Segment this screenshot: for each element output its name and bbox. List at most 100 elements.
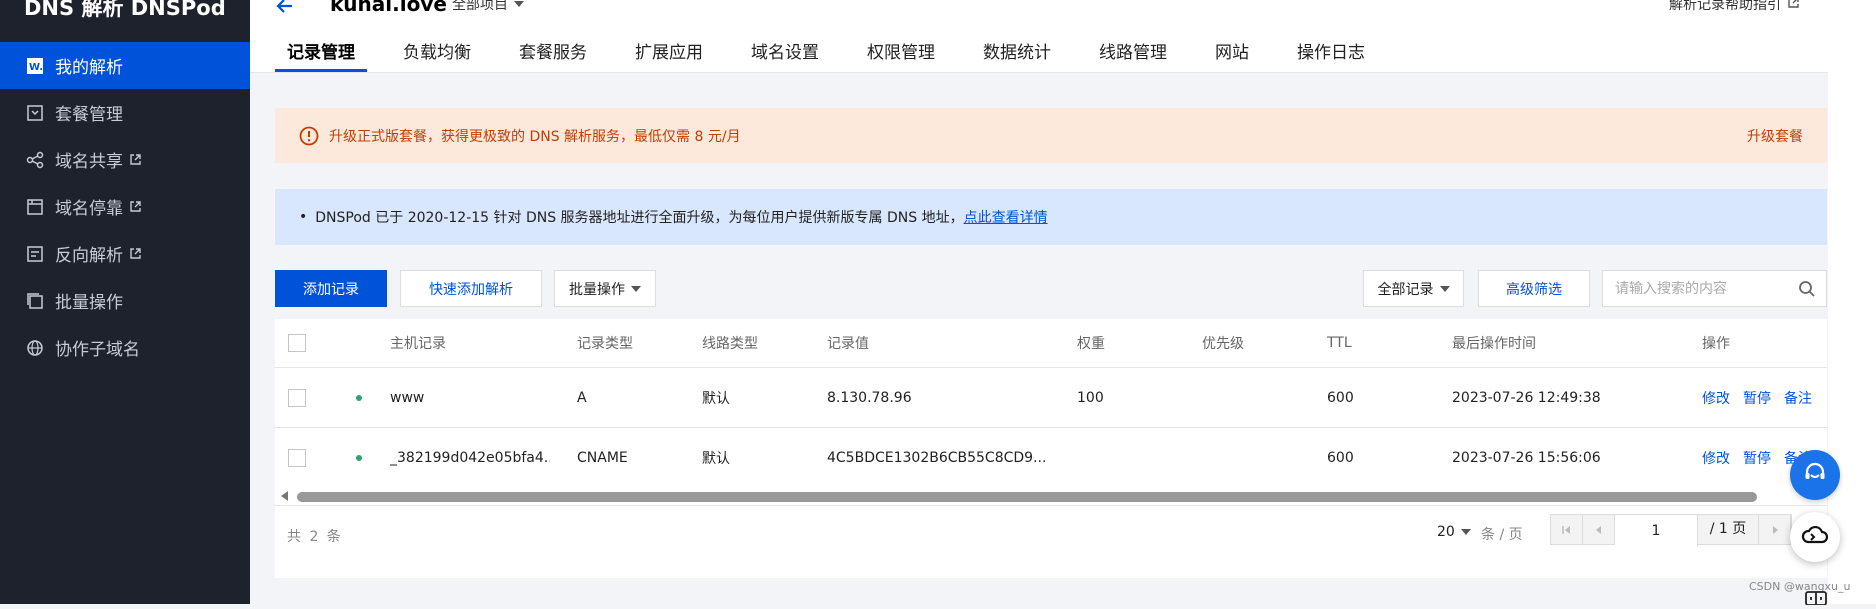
first-page-icon[interactable] bbox=[1551, 515, 1583, 544]
horizontal-scrollbar[interactable] bbox=[275, 487, 1827, 505]
tab-operation-log[interactable]: 操作日志 bbox=[1285, 34, 1377, 72]
column-header: 操作 bbox=[1702, 336, 1730, 352]
sidebar-item-label: 反向解析 bbox=[55, 246, 123, 266]
column-header: 最后操作时间 bbox=[1452, 336, 1536, 352]
sidebar-item-batch[interactable]: 批量操作 bbox=[0, 277, 250, 324]
page-number-input[interactable] bbox=[1615, 515, 1698, 546]
row-checkbox[interactable] bbox=[288, 388, 306, 407]
header: kuhai.love 全部项目 解析记录帮助指引 记录管理 负载均衡 套餐服务 … bbox=[250, 0, 1828, 73]
select-all-checkbox[interactable] bbox=[288, 334, 306, 352]
quick-add-button[interactable]: 快速添加解析 bbox=[400, 270, 542, 307]
column-header: 记录值 bbox=[827, 336, 869, 352]
view-details-link[interactable]: 点此查看详情 bbox=[964, 207, 1048, 227]
batch-operation-label: 批量操作 bbox=[569, 281, 625, 298]
weight-cell: 100 bbox=[1077, 389, 1104, 406]
time-cell: 2023-07-26 15:56:06 bbox=[1452, 449, 1601, 466]
total-count: 共 2 条 bbox=[287, 529, 343, 545]
cloud-icon bbox=[1801, 524, 1829, 550]
external-link-icon bbox=[129, 153, 142, 166]
tab-record-management[interactable]: 记录管理 bbox=[275, 34, 367, 72]
table-header: 主机记录 记录类型 线路类型 记录值 权重 优先级 TTL 最后操作时间 操作 bbox=[275, 319, 1827, 368]
chevron-down-icon bbox=[1460, 529, 1471, 535]
project-select-label: 全部项目 bbox=[452, 0, 508, 13]
search-icon[interactable] bbox=[1798, 280, 1816, 302]
scroll-left-icon[interactable] bbox=[281, 491, 288, 501]
note-link[interactable]: 备注 bbox=[1784, 388, 1812, 408]
per-page-label: 条 / 页 bbox=[1481, 527, 1523, 543]
edit-link[interactable]: 修改 bbox=[1702, 388, 1730, 408]
pause-link[interactable]: 暂停 bbox=[1743, 448, 1771, 468]
sidebar-item-label: 套餐管理 bbox=[55, 105, 123, 125]
table-footer: 共 2 条 20 条 / 页 / 1 页 bbox=[275, 505, 1827, 578]
info-banner-text: DNSPod 已于 2020-12-15 针对 DNS 服务器地址进行全面升级，… bbox=[315, 210, 964, 226]
back-arrow-icon[interactable] bbox=[275, 0, 295, 20]
info-banner: • DNSPod 已于 2020-12-15 针对 DNS 服务器地址进行全面升… bbox=[275, 189, 1827, 245]
host-cell: _382199d042e05bfa4... bbox=[390, 449, 550, 466]
w-logo-icon: W. bbox=[25, 56, 45, 76]
next-page-icon[interactable] bbox=[1759, 515, 1791, 544]
line-cell: 默认 bbox=[702, 390, 730, 407]
external-link-icon bbox=[129, 247, 142, 260]
brand-title: DNS 解析 DNSPod bbox=[24, 0, 226, 20]
grid-icon bbox=[1805, 590, 1827, 609]
package-icon bbox=[25, 103, 45, 123]
right-edge-strip bbox=[1828, 0, 1876, 604]
search-input[interactable] bbox=[1603, 271, 1807, 306]
record-filter-dropdown[interactable]: 全部记录 bbox=[1363, 270, 1464, 307]
pause-link[interactable]: 暂停 bbox=[1743, 388, 1771, 408]
sidebar-item-package[interactable]: 套餐管理 bbox=[0, 89, 250, 136]
row-checkbox[interactable] bbox=[288, 448, 306, 467]
total-pages: / 1 页 bbox=[1698, 515, 1759, 544]
project-select[interactable]: 全部项目 bbox=[452, 0, 524, 14]
chevron-down-icon bbox=[1439, 285, 1450, 292]
help-guide-link[interactable]: 解析记录帮助指引 bbox=[1669, 0, 1800, 14]
customer-support-button[interactable] bbox=[1790, 450, 1840, 500]
sidebar-item-collab-subdomain[interactable]: 协作子域名 bbox=[0, 324, 250, 371]
host-cell: www bbox=[390, 389, 425, 406]
cloud-assistant-button[interactable] bbox=[1790, 512, 1840, 562]
warning-icon bbox=[299, 126, 319, 146]
parking-icon bbox=[25, 197, 45, 217]
chevron-down-icon bbox=[631, 285, 641, 292]
sidebar-item-domain-parking[interactable]: 域名停靠 bbox=[0, 183, 250, 230]
sidebar-item-my-dns[interactable]: W. 我的解析 bbox=[0, 42, 250, 89]
column-header: 权重 bbox=[1077, 336, 1105, 352]
tab-extensions[interactable]: 扩展应用 bbox=[623, 34, 715, 72]
page-size-value: 20 bbox=[1437, 524, 1455, 540]
pagination: / 1 页 bbox=[1550, 514, 1792, 546]
operations-cell: 修改 暂停 备注 bbox=[1702, 388, 1827, 408]
tab-website[interactable]: 网站 bbox=[1203, 34, 1261, 72]
tab-permissions[interactable]: 权限管理 bbox=[855, 34, 947, 72]
column-header: 优先级 bbox=[1202, 336, 1244, 352]
tab-statistics[interactable]: 数据统计 bbox=[971, 34, 1063, 72]
advanced-filter-button[interactable]: 高级筛选 bbox=[1478, 270, 1590, 307]
bullet: • bbox=[299, 209, 308, 225]
upgrade-package-link[interactable]: 升级套餐 bbox=[1747, 126, 1803, 146]
add-record-button[interactable]: 添加记录 bbox=[275, 270, 387, 307]
column-header: TTL bbox=[1327, 335, 1352, 351]
tab-bar: 记录管理 负载均衡 套餐服务 扩展应用 域名设置 权限管理 数据统计 线路管理 … bbox=[275, 34, 1401, 72]
help-guide-label: 解析记录帮助指引 bbox=[1669, 0, 1781, 13]
tab-domain-settings[interactable]: 域名设置 bbox=[739, 34, 831, 72]
tab-load-balancing[interactable]: 负载均衡 bbox=[391, 34, 483, 72]
page-size-select[interactable]: 20 bbox=[1437, 524, 1471, 540]
share-icon bbox=[25, 150, 45, 170]
value-cell: 4C5BDCE1302B6CB55C8CD9... bbox=[827, 449, 1047, 466]
edit-link[interactable]: 修改 bbox=[1702, 448, 1730, 468]
batch-operation-dropdown[interactable]: 批量操作 bbox=[554, 270, 656, 307]
tab-package-service[interactable]: 套餐服务 bbox=[507, 34, 599, 72]
scrollbar-thumb[interactable] bbox=[297, 492, 1757, 502]
external-link-icon bbox=[1787, 0, 1800, 13]
sidebar-item-domain-share[interactable]: 域名共享 bbox=[0, 136, 250, 183]
external-link-icon bbox=[129, 200, 142, 213]
type-cell: A bbox=[577, 389, 587, 406]
status-dot bbox=[356, 394, 362, 401]
ttl-cell: 600 bbox=[1327, 449, 1354, 466]
sidebar-item-label: 域名共享 bbox=[55, 152, 123, 172]
sidebar-item-reverse-dns[interactable]: 反向解析 bbox=[0, 230, 250, 277]
search-box bbox=[1602, 270, 1827, 307]
prev-page-icon[interactable] bbox=[1583, 515, 1615, 544]
tab-line-management[interactable]: 线路管理 bbox=[1087, 34, 1179, 72]
chevron-down-icon bbox=[514, 1, 524, 7]
column-header: 线路类型 bbox=[702, 336, 758, 352]
